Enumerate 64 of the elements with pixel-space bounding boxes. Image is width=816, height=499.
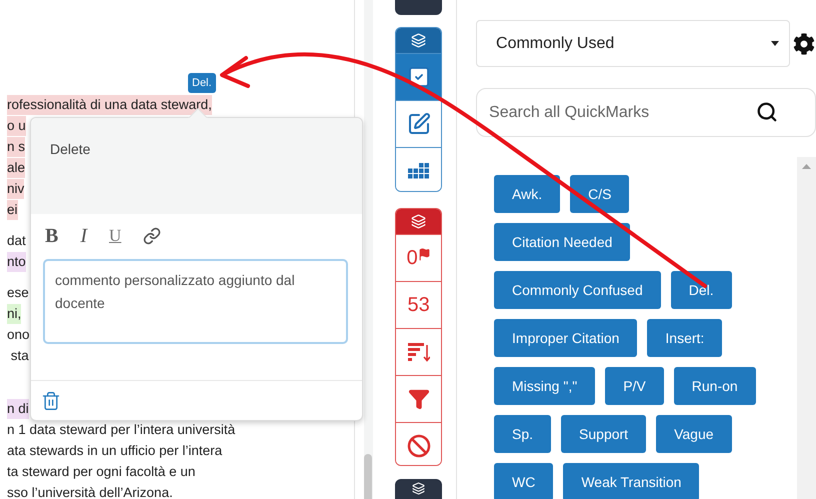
ban-icon xyxy=(406,434,431,458)
quickmark-button[interactable]: Vague xyxy=(656,415,732,453)
quickmark-button[interactable]: Awk. xyxy=(494,175,560,213)
document-text: ono xyxy=(7,326,30,344)
flag-count: 0 xyxy=(406,248,418,268)
scrollbar-thumb[interactable] xyxy=(364,454,372,499)
toolbar-group-header[interactable] xyxy=(395,479,442,499)
italic-button[interactable]: I xyxy=(80,221,88,251)
popup-title: Delete xyxy=(50,141,90,157)
link-button[interactable] xyxy=(143,227,162,245)
document-text: ata stewards in un ufficio per l’intera xyxy=(7,442,222,460)
settings-icon[interactable] xyxy=(793,32,816,54)
document-text: o u xyxy=(7,116,26,136)
quickmark-button[interactable]: WC xyxy=(494,463,554,499)
underline-button[interactable]: U xyxy=(109,223,122,249)
layers-button[interactable] xyxy=(396,28,442,53)
flag-icon xyxy=(418,248,431,262)
quickmark-button[interactable]: Missing "," xyxy=(494,367,596,405)
quickmark-button[interactable]: Del. xyxy=(670,271,732,309)
quickmark-button[interactable]: Support xyxy=(561,415,646,453)
checkbox-icon xyxy=(406,64,431,89)
document-text: ta steward per ogni facoltà e un xyxy=(7,462,196,481)
search-icon[interactable] xyxy=(756,101,778,123)
edit-icon xyxy=(406,112,431,136)
document-text: n s xyxy=(7,136,26,156)
document-text: n 1 data steward per l’intera università xyxy=(7,420,236,439)
quickmark-button[interactable]: Citation Needed xyxy=(494,223,630,261)
toolbar-group-header[interactable] xyxy=(395,0,442,15)
mark-count: 53 xyxy=(408,295,430,316)
quickmark-button[interactable]: Run-on xyxy=(674,367,756,405)
set-dropdown[interactable]: Commonly Used xyxy=(476,20,790,67)
layers-icon xyxy=(412,482,426,496)
grid-icon xyxy=(408,162,430,179)
document-text: sso l’università dell’Arizona. xyxy=(7,484,173,499)
layers-icon xyxy=(411,32,426,48)
layers-icon xyxy=(411,214,426,230)
bold-button[interactable]: B xyxy=(45,221,58,251)
quickmark-button[interactable]: C/S xyxy=(570,175,630,213)
document-text: ale xyxy=(7,158,26,178)
sort-icon xyxy=(408,342,430,362)
quickmark-button[interactable]: P/V xyxy=(605,367,664,405)
quickmark-button[interactable]: Commonly Confused xyxy=(494,271,661,309)
document-text: nto xyxy=(7,252,26,272)
document-text: ese xyxy=(7,284,29,302)
comment-field[interactable]: commento personalizzato aggiunto dal docente xyxy=(43,259,348,344)
quickmark-button[interactable]: Sp. xyxy=(494,415,552,453)
layers-button[interactable] xyxy=(396,209,442,234)
search-field[interactable]: Search all QuickMarks xyxy=(476,88,816,137)
document-text: sta xyxy=(10,346,29,364)
quickmark-button[interactable]: Improper Citation xyxy=(494,319,638,357)
document-text: ni, xyxy=(7,304,22,324)
tool-button[interactable] xyxy=(396,422,442,466)
document-text: rofessionalità di una data steward, xyxy=(7,94,212,114)
caret-icon xyxy=(771,41,780,46)
document-text: dat xyxy=(7,232,26,250)
tool-button[interactable] xyxy=(396,146,442,192)
delete-button[interactable] xyxy=(41,390,61,410)
filter-icon xyxy=(408,388,430,410)
document-text: n di xyxy=(7,398,29,418)
mark-badge[interactable]: Del. xyxy=(188,73,216,93)
document-text: niv xyxy=(7,178,24,198)
document-text: ei xyxy=(7,200,18,220)
quickmark-button[interactable]: Insert: xyxy=(647,319,722,357)
quickmark-button[interactable]: Weak Transition xyxy=(563,463,700,499)
